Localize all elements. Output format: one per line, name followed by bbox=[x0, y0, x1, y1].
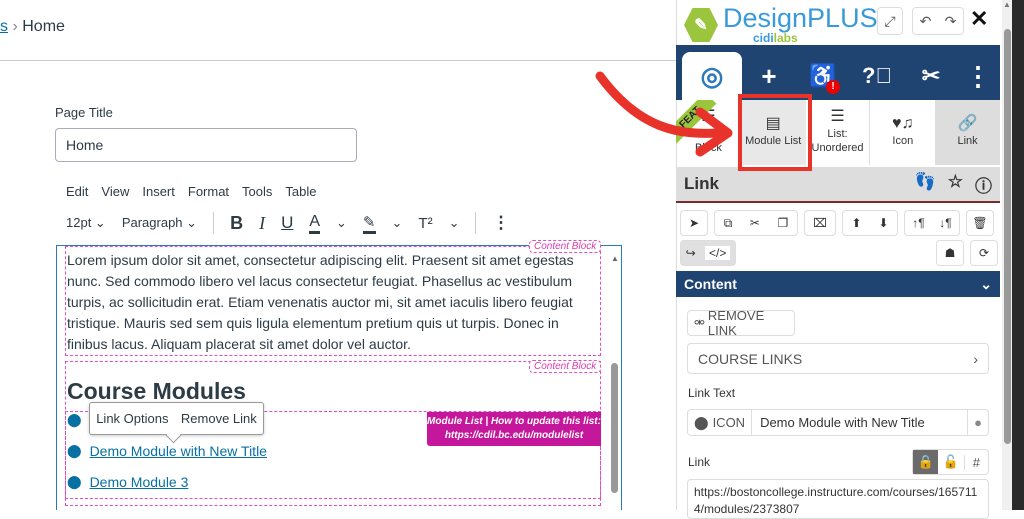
annotation-overlay bbox=[595, 71, 812, 171]
annotation-highlight-box bbox=[738, 94, 812, 171]
annotation-arrow bbox=[595, 71, 723, 138]
